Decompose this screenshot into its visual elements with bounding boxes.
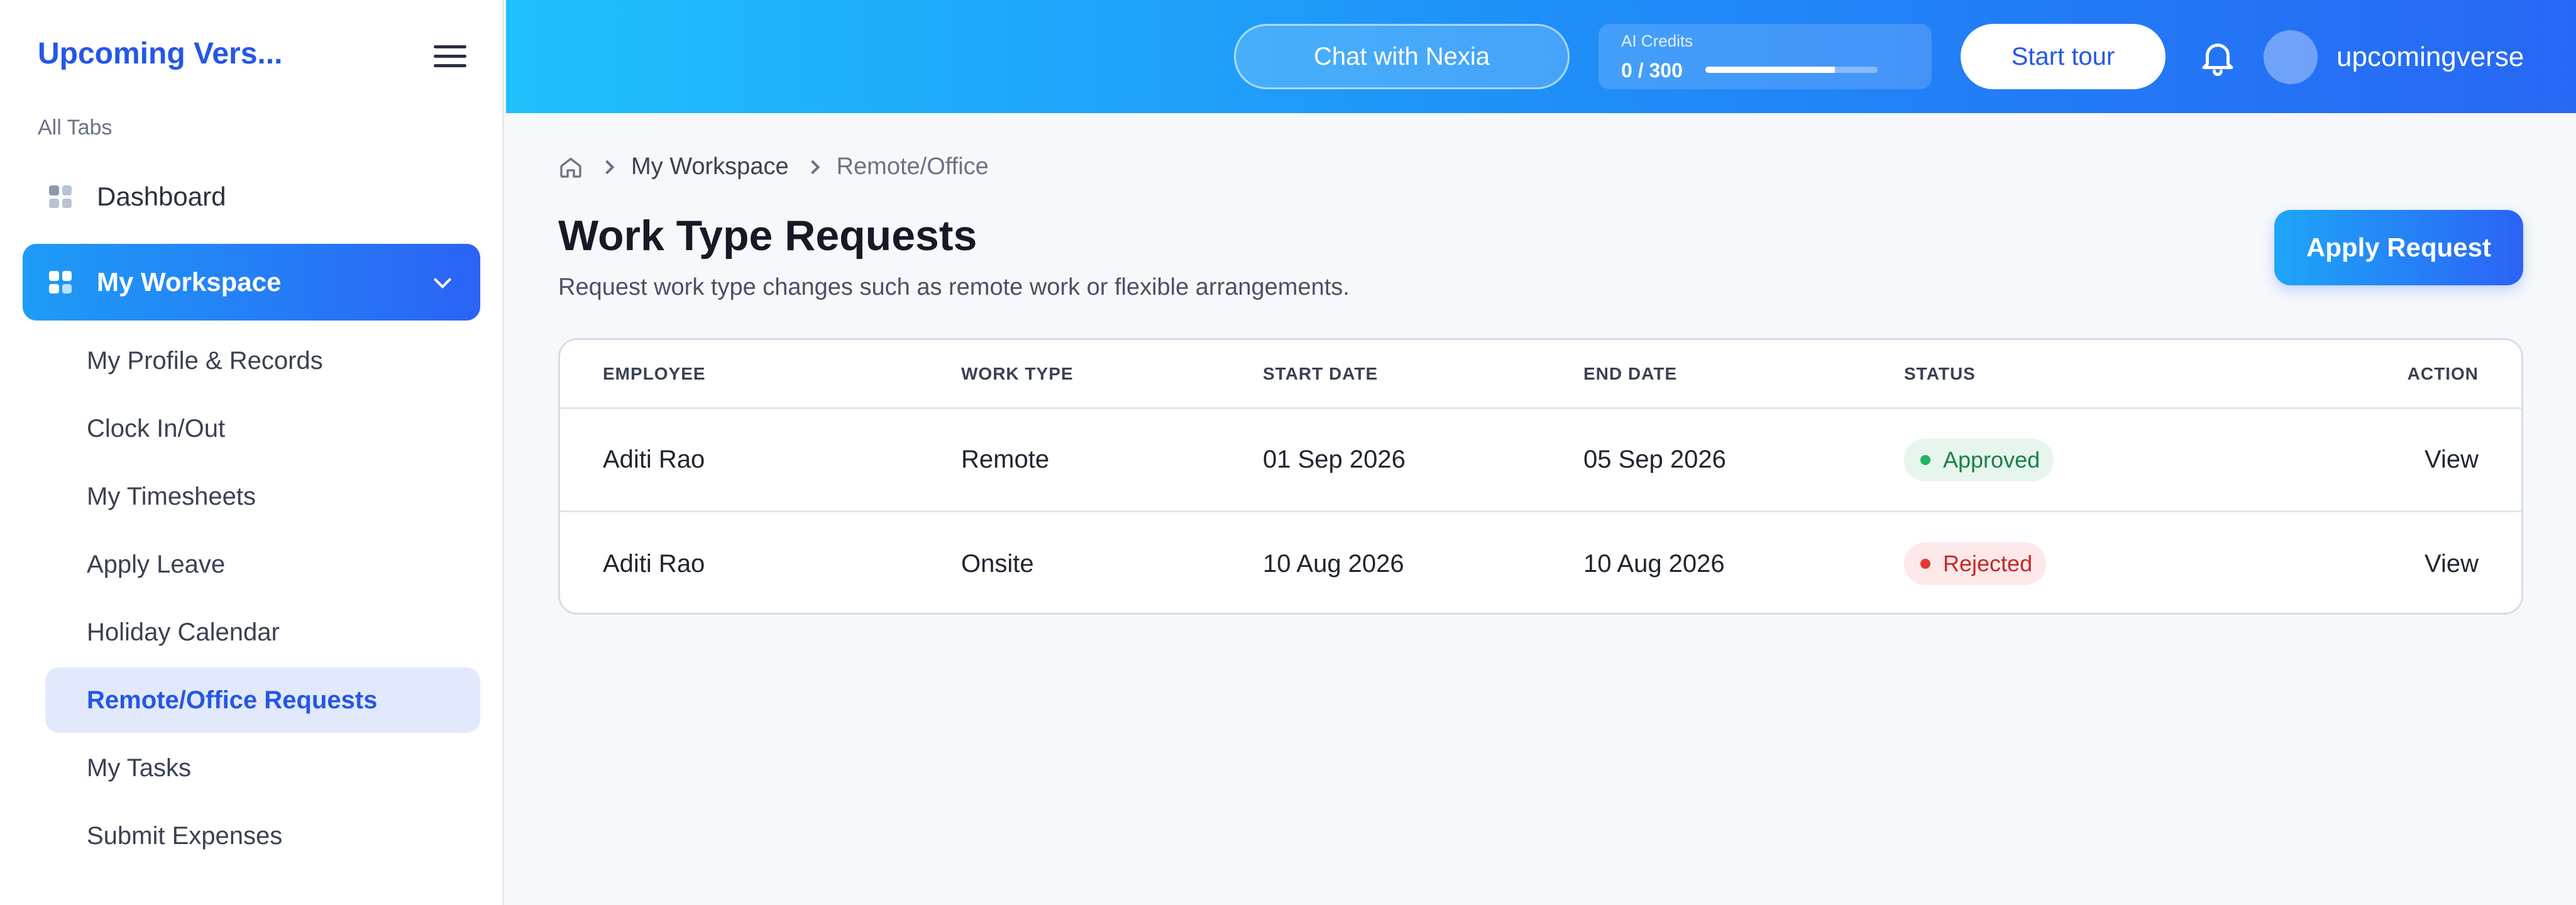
page-subtitle: Request work type changes such as remote… — [558, 274, 1350, 300]
employee-cell: Aditi Rao — [603, 549, 705, 578]
hamburger-icon[interactable] — [434, 45, 466, 70]
status-cell: Approved — [1904, 409, 2054, 510]
breadcrumb-current: Remote/Office — [836, 153, 989, 180]
status-badge: Approved — [1904, 438, 2054, 481]
start-date-cell: 01 Sep 2026 — [1263, 446, 1406, 473]
sidebar-item-my-timesheets[interactable]: My Timesheets — [45, 464, 480, 529]
table-header-row: EMPLOYEE WORK TYPE START DATE END DATE S… — [560, 340, 2521, 409]
home-icon[interactable] — [558, 155, 583, 180]
status-dot-icon — [1920, 454, 1930, 465]
sidebar-item-submit-expenses[interactable]: Submit Expenses — [45, 803, 480, 869]
sidebar-item-label: Dashboard — [97, 182, 226, 211]
sidebar-item-label: My Workspace — [97, 267, 282, 297]
table-row: Aditi Rao Onsite 10 Aug 2026 10 Aug 2026… — [560, 512, 2521, 613]
work-type-cell: Remote — [961, 446, 1050, 473]
ai-credits-progress-bar — [1705, 67, 1878, 73]
start-tour-button[interactable]: Start tour — [1961, 24, 2166, 89]
apply-request-button[interactable]: Apply Request — [2274, 210, 2523, 285]
sidebar-item-holiday-calendar[interactable]: Holiday Calendar — [45, 600, 480, 665]
chevron-down-icon[interactable] — [433, 270, 452, 289]
ai-credits-progress-fill — [1705, 67, 1835, 73]
column-header-action: ACTION — [2407, 363, 2479, 383]
sidebar: Upcoming Vers... All Tabs Dashboard My W… — [0, 0, 504, 905]
sidebar-item-remote-office-requests[interactable]: Remote/Office Requests — [45, 667, 480, 733]
column-header-work-type: WORK TYPE — [961, 363, 1074, 383]
table-row: Aditi Rao Remote 01 Sep 2026 05 Sep 2026… — [560, 409, 2521, 512]
column-header-end-date: END DATE — [1583, 363, 1678, 383]
sidebar-item-dashboard[interactable]: Dashboard — [23, 158, 480, 235]
status-badge: Rejected — [1904, 542, 2047, 585]
chevron-right-icon — [600, 160, 615, 174]
chat-with-nexia-button[interactable]: Chat with Nexia — [1234, 24, 1570, 89]
status-cell: Rejected — [1904, 512, 2047, 613]
username[interactable]: upcomingverse — [2337, 41, 2524, 73]
brand-title[interactable]: Upcoming Vers... — [38, 36, 282, 71]
page-title: Work Type Requests — [558, 212, 977, 260]
ai-credits-value: 0 / 300 — [1621, 59, 1683, 82]
breadcrumb-link-my-workspace[interactable]: My Workspace — [631, 153, 789, 180]
sidebar-item-my-tasks[interactable]: My Tasks — [45, 735, 480, 801]
grid-icon — [49, 271, 72, 293]
view-link[interactable]: View — [2425, 512, 2479, 613]
top-bar: Chat with Nexia AI Credits 0 / 300 Start… — [506, 0, 2576, 113]
chevron-right-icon — [805, 160, 820, 174]
grid-icon — [49, 185, 72, 208]
sidebar-item-my-workspace[interactable]: My Workspace — [23, 244, 480, 321]
end-date-cell: 10 Aug 2026 — [1583, 549, 1725, 578]
requests-table: EMPLOYEE WORK TYPE START DATE END DATE S… — [558, 338, 2523, 615]
bell-icon[interactable] — [2197, 36, 2238, 78]
end-date-cell: 05 Sep 2026 — [1583, 446, 1726, 473]
column-header-status: STATUS — [1904, 363, 1976, 383]
sidebar-item-apply-leave[interactable]: Apply Leave — [45, 532, 480, 597]
status-dot-icon — [1920, 559, 1930, 569]
section-label: All Tabs — [38, 116, 113, 140]
employee-cell: Aditi Rao — [603, 446, 705, 473]
avatar[interactable] — [2264, 30, 2318, 84]
start-date-cell: 10 Aug 2026 — [1263, 549, 1404, 578]
ai-credits-label: AI Credits — [1621, 31, 1693, 50]
sidebar-item-clock-in-out[interactable]: Clock In/Out — [45, 396, 480, 461]
breadcrumb: My Workspace Remote/Office — [558, 153, 989, 180]
ai-credits-widget: AI Credits 0 / 300 — [1599, 24, 1932, 89]
view-link[interactable]: View — [2425, 409, 2479, 510]
status-badge-label: Rejected — [1943, 551, 2033, 576]
column-header-start-date: START DATE — [1263, 363, 1379, 383]
column-header-employee: EMPLOYEE — [603, 363, 706, 383]
sidebar-item-my-profile-records[interactable]: My Profile & Records — [45, 328, 480, 393]
status-badge-label: Approved — [1943, 446, 2040, 473]
work-type-cell: Onsite — [961, 549, 1034, 578]
